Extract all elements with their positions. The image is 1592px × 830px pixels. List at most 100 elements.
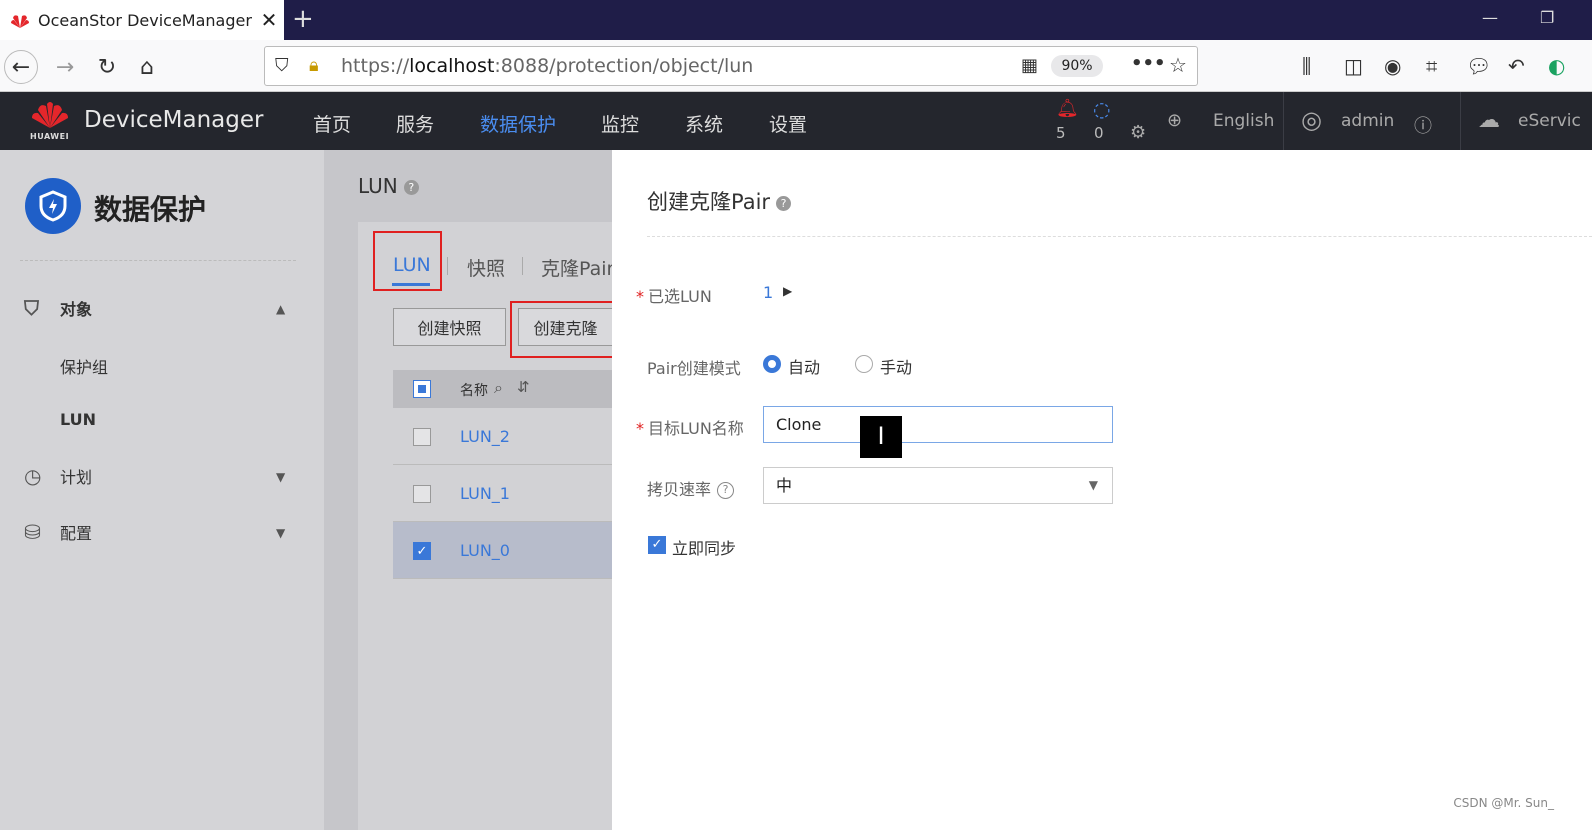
more-actions-icon[interactable]: ••• — [1131, 53, 1166, 74]
page-title: LUN? — [358, 174, 419, 198]
restore-icon[interactable]: ❐ — [1540, 8, 1554, 27]
account-icon[interactable]: ◉ — [1384, 54, 1401, 78]
table-row[interactable]: ✓ LUN_0 — [393, 522, 612, 579]
filter-icon[interactable]: ⇵ — [517, 378, 530, 396]
shield-icon[interactable]: ⛉ — [275, 55, 289, 76]
chat-icon[interactable]: 💬︎ — [1466, 54, 1491, 78]
back-icon[interactable]: ← — [4, 50, 38, 84]
row-lun-link[interactable]: LUN_1 — [460, 484, 510, 503]
extension-icon[interactable]: ◐ — [1548, 54, 1565, 78]
sidebar-group-objects[interactable]: ⛉ 对象 — [24, 296, 92, 320]
table-row[interactable]: LUN_2 — [393, 408, 612, 465]
library-icon[interactable]: ⫼ — [1302, 54, 1311, 78]
watermark: CSDN @Mr. Sun_ — [1453, 796, 1554, 810]
user-name[interactable]: admin — [1341, 111, 1394, 131]
screenshot-icon[interactable]: ⌗ — [1426, 54, 1437, 78]
menu-services[interactable]: 服务 — [396, 110, 434, 137]
add-circle-icon[interactable]: ⊕ — [1167, 110, 1182, 131]
tab-snapshot[interactable]: 快照 — [467, 254, 505, 281]
task-ring-icon[interactable]: ◌ — [1093, 97, 1110, 121]
menu-monitor[interactable]: 监控 — [601, 110, 639, 137]
row-checkbox[interactable] — [413, 485, 431, 503]
sidebar-group-config[interactable]: ⛁ 配置 — [24, 520, 92, 544]
reload-icon[interactable]: ↻ — [90, 50, 124, 84]
menu-system[interactable]: 系统 — [685, 110, 723, 137]
minimize-icon[interactable]: — — [1482, 8, 1498, 27]
copy-rate-value: 中 — [776, 476, 793, 495]
mode-manual-label[interactable]: 手动 — [880, 354, 912, 378]
help-icon[interactable]: ? — [717, 482, 735, 499]
close-tab-icon[interactable]: ✕ — [254, 8, 284, 32]
menu-data-protection[interactable]: 数据保护 — [480, 110, 556, 137]
insecure-lock-icon[interactable]: 🔒︎ — [309, 55, 319, 76]
menu-home[interactable]: 首页 — [313, 110, 351, 137]
bookmark-star-icon[interactable]: ☆ — [1169, 53, 1187, 77]
target-name-label: * 目标LUN名称 — [636, 419, 744, 438]
row-checkbox[interactable]: ✓ — [413, 542, 431, 560]
sidebar: 数据保护 ⛉ 对象 ▲ 保护组 LUN ◷ 计划 ▼ ⛁ 配置 ▼ — [0, 150, 324, 830]
row-lun-link[interactable]: LUN_0 — [460, 541, 510, 560]
mode-auto-label[interactable]: 自动 — [788, 354, 820, 378]
chevron-down-icon[interactable]: ▼ — [276, 470, 285, 484]
target-name-input[interactable]: Clone — [763, 406, 1113, 443]
pair-mode-label: Pair创建模式 — [647, 359, 741, 378]
selected-lun-value[interactable]: 1 — [763, 283, 773, 302]
sidebar-group-label: 配置 — [60, 524, 93, 543]
select-all-checkbox[interactable] — [413, 380, 431, 398]
help-icon[interactable]: ⓘ — [1414, 112, 1432, 138]
row-checkbox[interactable] — [413, 428, 431, 446]
mode-auto-radio[interactable] — [763, 355, 781, 373]
row-lun-link[interactable]: LUN_2 — [460, 427, 510, 446]
cloud-icon[interactable]: ☁ — [1478, 108, 1500, 133]
app-header: HUAWEI DeviceManager 首页 服务 数据保护 监控 系统 设置… — [0, 92, 1592, 150]
copy-rate-select[interactable]: 中 ▼ — [763, 467, 1113, 504]
chevron-down-icon[interactable]: ▼ — [276, 526, 285, 540]
gear-icon[interactable]: ⚙ — [1130, 122, 1146, 143]
huawei-logo-icon — [11, 15, 29, 28]
undo-icon[interactable]: ↶ — [1508, 54, 1525, 78]
tab-separator — [447, 257, 448, 275]
sidebar-icon[interactable]: ◫ — [1344, 54, 1363, 78]
forward-icon[interactable]: → — [48, 50, 82, 84]
create-clone-pair-panel: 创建克隆Pair? * 已选LUN 1 ▶ Pair创建模式 自动 手动 * 目标L… — [612, 150, 1592, 830]
browser-tab[interactable]: OceanStor DeviceManager ✕ — [0, 0, 284, 40]
panel-divider — [647, 236, 1592, 237]
sidebar-title: 数据保护 — [94, 193, 207, 226]
selected-lun-label: * 已选LUN — [636, 287, 712, 306]
help-icon[interactable]: ? — [403, 180, 419, 195]
tab-clone-pair[interactable]: 克隆Pair — [541, 254, 614, 281]
language-switch[interactable]: English — [1213, 111, 1274, 131]
text-cursor-icon: I — [860, 416, 902, 458]
url-bar[interactable]: ⛉ 🔒︎ https://localhost:8088/protection/o… — [264, 46, 1198, 86]
help-icon[interactable]: ? — [776, 195, 792, 211]
home-icon[interactable]: ⌂ — [130, 50, 164, 84]
sync-now-label[interactable]: 立即同步 — [672, 535, 736, 559]
huawei-text: HUAWEI — [30, 132, 70, 141]
caret-right-icon[interactable]: ▶ — [783, 284, 792, 298]
schedule-icon: ◷ — [24, 464, 42, 488]
copy-rate-label: 拷贝速率? — [647, 476, 735, 500]
header-divider — [1283, 92, 1284, 150]
zoom-level[interactable]: 90% — [1051, 55, 1103, 77]
search-icon[interactable]: ⌕ — [494, 378, 503, 398]
huawei-brand: HUAWEI — [30, 100, 76, 141]
sidebar-item-protection-group[interactable]: 保护组 — [60, 354, 108, 378]
database-icon: ⛁ — [24, 520, 41, 544]
table-row[interactable]: LUN_1 — [393, 465, 612, 522]
new-tab-icon[interactable]: + — [292, 4, 314, 34]
bucket-icon: ⛉ — [24, 296, 39, 320]
sidebar-group-label: 计划 — [60, 468, 93, 487]
eservice-link[interactable]: eServic — [1518, 111, 1581, 131]
column-name: 名称 — [460, 383, 488, 399]
sidebar-group-plan[interactable]: ◷ 计划 — [24, 464, 92, 488]
mode-manual-radio[interactable] — [855, 355, 873, 373]
alarm-bell-icon[interactable]: 🔔︎ — [1056, 98, 1079, 119]
sync-now-checkbox[interactable]: ✓ — [648, 536, 666, 554]
menu-settings[interactable]: 设置 — [769, 110, 807, 137]
sidebar-item-lun[interactable]: LUN — [60, 410, 96, 429]
qr-code-icon[interactable]: ▦ — [1021, 55, 1038, 76]
chevron-up-icon[interactable]: ▲ — [276, 302, 285, 316]
create-snapshot-button[interactable]: 创建快照 — [393, 308, 506, 346]
app-name: DeviceManager — [84, 107, 264, 133]
user-avatar-icon[interactable]: ◎ — [1301, 106, 1322, 134]
